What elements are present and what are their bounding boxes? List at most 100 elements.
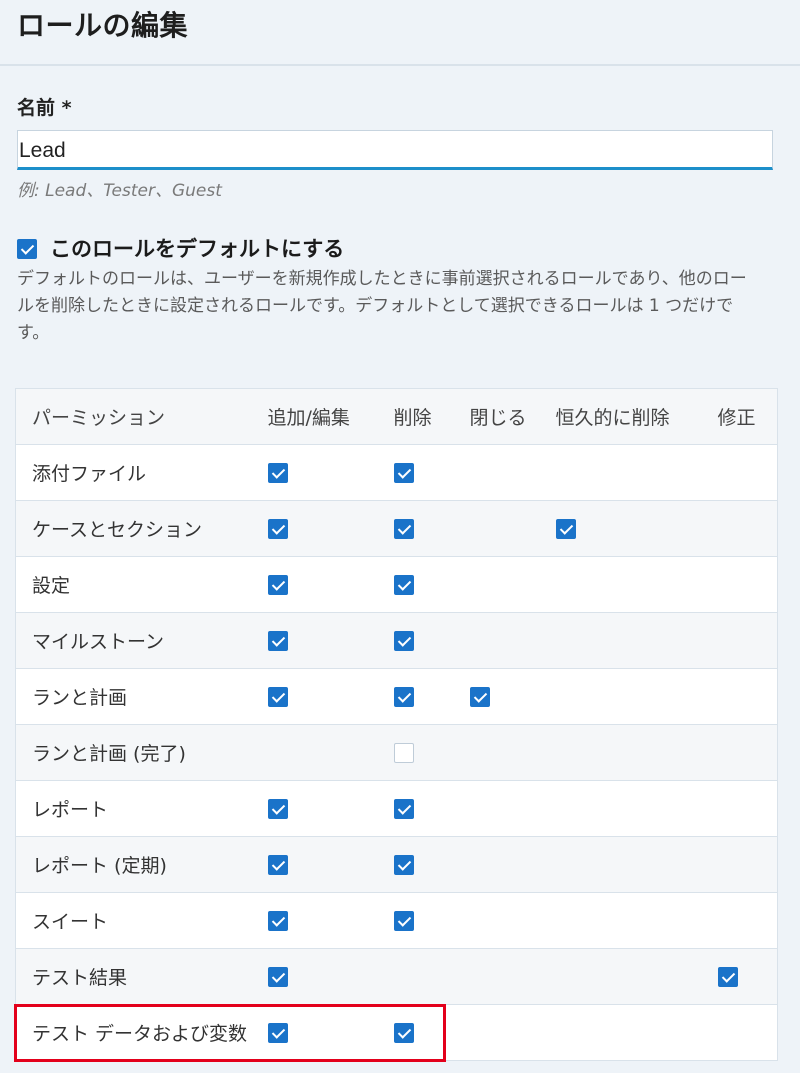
permission-name: ランと計画 [15, 668, 268, 725]
cell-delete [393, 500, 470, 557]
table-row: テスト結果 [15, 948, 778, 1005]
cell-add-edit [267, 836, 394, 893]
delete-checkbox[interactable] [393, 463, 414, 483]
cell-fix [717, 500, 778, 557]
cell-permanent-delete [555, 612, 718, 669]
cell-permanent-delete [555, 444, 718, 501]
permission-name: レポート (定期) [15, 836, 268, 893]
add-edit-checkbox[interactable] [267, 575, 288, 595]
header-fix: 修正 [717, 388, 778, 445]
cell-add-edit [267, 892, 394, 949]
cell-fix [717, 892, 778, 949]
cell-delete [393, 892, 470, 949]
cell-add-edit [267, 444, 394, 501]
permissions-table-body: 添付ファイル ケースとセクション 設定 マイルストーン ランと計画 ランと計画 (完了) レ… [15, 444, 778, 1061]
cell-permanent-delete [555, 780, 718, 837]
header-permission: パーミッション [15, 388, 268, 445]
cell-fix [717, 444, 778, 501]
header-close: 閉じる [469, 388, 556, 445]
cell-permanent-delete [555, 556, 718, 613]
delete-checkbox[interactable] [393, 519, 414, 539]
cell-permanent-delete [555, 668, 718, 725]
cell-fix [717, 948, 778, 1005]
table-row: ランと計画 [15, 668, 778, 725]
delete-checkbox[interactable] [393, 575, 414, 595]
table-row: スイート [15, 892, 778, 949]
add-edit-checkbox[interactable] [267, 631, 288, 651]
cell-delete [393, 444, 470, 501]
delete-checkbox[interactable] [393, 687, 414, 707]
cell-delete [393, 556, 470, 613]
delete-checkbox[interactable] [393, 855, 414, 875]
dialog-title: ロールの編集 [17, 9, 189, 42]
cell-add-edit [267, 556, 394, 613]
cell-delete [393, 724, 470, 781]
cell-close [469, 780, 556, 837]
edit-role-form: 名前 * 例: Lead、Tester、Guest このロールをデフォルトにする… [0, 66, 800, 1073]
table-row: ランと計画 (完了) [15, 724, 778, 781]
cell-close [469, 948, 556, 1005]
cell-delete [393, 836, 470, 893]
cell-add-edit [267, 780, 394, 837]
dialog-header: ロールの編集 [0, 0, 800, 66]
delete-checkbox[interactable] [393, 799, 414, 819]
fix-checkbox[interactable] [717, 967, 738, 987]
delete-checkbox[interactable] [393, 743, 414, 763]
permission-name: 設定 [15, 556, 268, 613]
cell-close [469, 892, 556, 949]
add-edit-checkbox[interactable] [267, 1023, 288, 1043]
delete-checkbox[interactable] [393, 631, 414, 651]
cell-add-edit [267, 1004, 394, 1061]
add-edit-checkbox[interactable] [267, 519, 288, 539]
table-row: レポート (定期) [15, 836, 778, 893]
table-row: ケースとセクション [15, 500, 778, 557]
header-add-edit: 追加/編集 [267, 388, 394, 445]
add-edit-checkbox[interactable] [267, 855, 288, 875]
cell-delete [393, 1004, 470, 1061]
add-edit-checkbox[interactable] [267, 911, 288, 931]
permission-name: スイート [15, 892, 268, 949]
add-edit-checkbox[interactable] [267, 799, 288, 819]
permission-name: テスト データおよび変数 [15, 1004, 268, 1061]
cell-fix [717, 780, 778, 837]
cell-permanent-delete [555, 724, 718, 781]
delete-checkbox[interactable] [393, 1023, 414, 1043]
cell-fix [717, 612, 778, 669]
cell-add-edit [267, 668, 394, 725]
cell-add-edit [267, 500, 394, 557]
add-edit-checkbox[interactable] [267, 967, 288, 987]
delete-checkbox[interactable] [393, 911, 414, 931]
cell-close [469, 500, 556, 557]
add-edit-checkbox[interactable] [267, 687, 288, 707]
cell-permanent-delete [555, 500, 718, 557]
cell-close [469, 668, 556, 725]
name-label: 名前 * [17, 97, 72, 119]
table-row: 設定 [15, 556, 778, 613]
close-checkbox[interactable] [469, 687, 490, 707]
permission-name: ランと計画 (完了) [15, 724, 268, 781]
cell-fix [717, 556, 778, 613]
cell-close [469, 724, 556, 781]
table-header-row: パーミッション 追加/編集 削除 閉じる 恒久的に削除 修正 [15, 388, 778, 445]
permission-name: レポート [15, 780, 268, 837]
name-input[interactable] [17, 130, 773, 170]
permissions-table: パーミッション 追加/編集 削除 閉じる 恒久的に削除 修正 添付ファイル ケース… [15, 388, 778, 1061]
permission-name: テスト結果 [15, 948, 268, 1005]
cell-close [469, 1004, 556, 1061]
cell-fix [717, 668, 778, 725]
cell-add-edit [267, 724, 394, 781]
cell-fix [717, 836, 778, 893]
header-delete: 削除 [393, 388, 470, 445]
cell-delete [393, 948, 470, 1005]
add-edit-checkbox[interactable] [267, 463, 288, 483]
cell-permanent-delete [555, 948, 718, 1005]
cell-close [469, 556, 556, 613]
cell-fix [717, 1004, 778, 1061]
cell-close [469, 836, 556, 893]
table-row: テスト データおよび変数 [15, 1004, 778, 1061]
permanent-delete-checkbox[interactable] [555, 519, 576, 539]
default-role-checkbox[interactable] [17, 239, 37, 259]
cell-close [469, 612, 556, 669]
default-role-label[interactable]: このロールをデフォルトにする [50, 236, 344, 262]
cell-delete [393, 780, 470, 837]
